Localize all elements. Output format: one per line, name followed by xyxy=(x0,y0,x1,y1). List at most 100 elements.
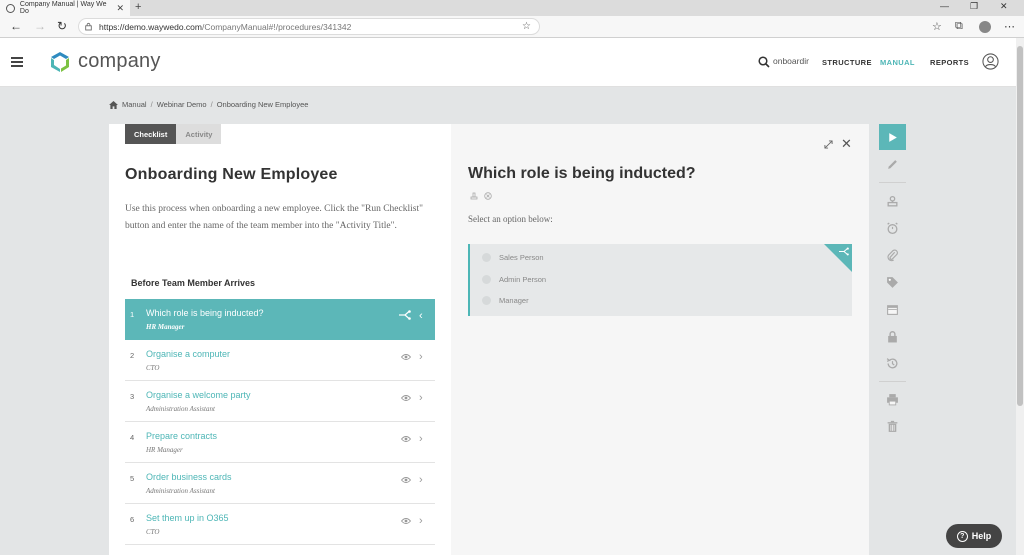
breadcrumb-manual[interactable]: Manual xyxy=(122,100,147,109)
step-title[interactable]: Which role is being inducted? xyxy=(146,308,264,318)
history-icon xyxy=(886,357,898,368)
brand-name: company xyxy=(78,50,161,72)
procedure-description: Use this process when onboarding a new e… xyxy=(125,204,423,231)
edit-button[interactable] xyxy=(879,151,906,177)
step-role: Administration Assistant xyxy=(146,487,215,495)
step-row[interactable]: 1 Which role is being inducted? HR Manag… xyxy=(125,299,435,340)
step-number: 5 xyxy=(130,474,135,483)
step-title[interactable]: Order business cards xyxy=(146,472,232,482)
step-title[interactable]: Prepare contracts xyxy=(146,431,217,441)
favorites-icon[interactable]: ☆ xyxy=(932,20,942,33)
step-row[interactable]: 3 Organise a welcome party Administratio… xyxy=(125,381,435,422)
radio-button[interactable] xyxy=(482,296,491,305)
company-logo-icon[interactable] xyxy=(48,50,72,74)
breadcrumb-webinar-demo[interactable]: Webinar Demo xyxy=(157,100,207,109)
step-number: 4 xyxy=(130,433,135,442)
chevron-right-icon[interactable]: › xyxy=(419,433,423,445)
step-row[interactable]: 5 Order business cards Administration As… xyxy=(125,463,435,504)
help-button[interactable]: ? Help xyxy=(946,524,1002,548)
eye-icon[interactable] xyxy=(401,353,411,361)
breadcrumb-current: Onboarding New Employee xyxy=(216,100,309,109)
search-icon[interactable] xyxy=(758,56,770,68)
browser-tab[interactable]: Company Manual | Way We Do ✕ xyxy=(0,0,130,16)
lock-icon xyxy=(85,22,92,31)
radio-button[interactable] xyxy=(482,253,491,262)
url-field[interactable]: https://demo.waywedo.com/CompanyManual#!… xyxy=(78,18,540,35)
step-number: 3 xyxy=(130,392,135,401)
step-title[interactable]: Organise a computer xyxy=(146,349,230,359)
url-host: https://demo.waywedo.com xyxy=(99,21,202,32)
step-role: CTO xyxy=(146,528,160,536)
step-title[interactable]: Set them up in O365 xyxy=(146,513,229,523)
approve-button[interactable] xyxy=(879,188,906,214)
help-label: Help xyxy=(971,531,992,541)
attachment-button[interactable] xyxy=(879,242,906,268)
step-number: 2 xyxy=(130,351,135,360)
chevron-right-icon[interactable]: › xyxy=(419,392,423,404)
favorite-star-icon[interactable]: ☆ xyxy=(522,21,531,32)
back-icon[interactable]: ← xyxy=(10,19,22,33)
close-icon[interactable]: ✕ xyxy=(841,136,852,152)
search-input[interactable]: onboardin xyxy=(773,56,809,66)
close-tab-icon[interactable]: ✕ xyxy=(116,3,124,14)
lock-button[interactable] xyxy=(879,323,906,349)
stamp-icon xyxy=(887,195,898,206)
eye-icon[interactable] xyxy=(401,435,411,443)
eye-icon[interactable] xyxy=(401,394,411,402)
minimize-icon[interactable]: — xyxy=(940,1,949,11)
step-role: Administration Assistant xyxy=(146,405,215,413)
step-role: HR Manager xyxy=(146,446,183,454)
forward-icon[interactable]: → xyxy=(34,19,46,33)
restore-icon[interactable]: ❐ xyxy=(970,1,978,12)
delete-button[interactable] xyxy=(879,413,906,439)
step-row[interactable]: 4 Prepare contracts HR Manager › xyxy=(125,422,435,463)
step-row[interactable]: 6 Set them up in O365 CTO › xyxy=(125,504,435,545)
collections-icon[interactable]: ⧉ xyxy=(955,20,963,33)
step-row[interactable]: 2 Organise a computer CTO › xyxy=(125,340,435,381)
eye-icon[interactable] xyxy=(401,476,411,484)
trash-icon xyxy=(887,420,898,432)
expand-icon[interactable] xyxy=(824,140,833,149)
breadcrumb: Manual / Webinar Demo / Onboarding New Emp… xyxy=(109,100,308,109)
decision-branch-icon xyxy=(839,247,849,256)
chevron-right-icon[interactable]: › xyxy=(419,515,423,527)
browser-tab-title: Company Manual | Way We Do xyxy=(19,1,107,15)
profile-avatar[interactable] xyxy=(979,21,991,33)
more-icon[interactable]: ⋯ xyxy=(1004,20,1015,33)
app-header: company onboardin STRUCTURE MANUAL REPOR… xyxy=(0,38,1024,87)
close-window-icon[interactable]: ✕ xyxy=(1000,1,1008,12)
chevron-left-icon[interactable]: ‹ xyxy=(419,310,423,322)
procedure-panel: Checklist Activity Onboarding New Employ… xyxy=(109,124,451,555)
tab-activity[interactable]: Activity xyxy=(176,124,222,144)
history-button[interactable] xyxy=(879,350,906,376)
nav-reports[interactable]: REPORTS xyxy=(930,58,969,67)
radio-button[interactable] xyxy=(482,275,491,284)
print-button[interactable] xyxy=(879,386,906,412)
step-title[interactable]: Organise a welcome party xyxy=(146,390,251,400)
new-tab-icon[interactable]: + xyxy=(135,1,141,13)
menu-icon[interactable] xyxy=(11,57,23,67)
option-sales-person[interactable]: Sales Person xyxy=(482,253,544,262)
refresh-icon[interactable]: ↻ xyxy=(57,19,67,33)
chevron-right-icon[interactable]: › xyxy=(419,474,423,486)
step-detail-panel: ✕ Which role is being inducted? Select a… xyxy=(451,124,869,555)
eye-icon[interactable] xyxy=(401,517,411,525)
nav-structure[interactable]: STRUCTURE xyxy=(822,58,872,67)
home-icon[interactable] xyxy=(109,100,118,109)
page-scrollbar[interactable] xyxy=(1016,38,1024,555)
alarm-button[interactable] xyxy=(879,215,906,241)
option-admin-person[interactable]: Admin Person xyxy=(482,275,546,284)
calendar-button[interactable] xyxy=(879,296,906,322)
option-prompt: Select an option below: xyxy=(468,214,553,224)
user-account-icon[interactable] xyxy=(982,53,999,70)
tab-checklist[interactable]: Checklist xyxy=(125,124,177,144)
option-manager[interactable]: Manager xyxy=(482,296,529,305)
cancel-circle-icon xyxy=(484,192,492,200)
nav-manual[interactable]: MANUAL xyxy=(880,58,915,67)
tag-button[interactable] xyxy=(879,269,906,295)
chevron-right-icon[interactable]: › xyxy=(419,351,423,363)
decision-branch-icon xyxy=(399,310,411,320)
run-checklist-button[interactable] xyxy=(879,124,906,150)
lock-icon xyxy=(888,330,897,342)
favicon-icon xyxy=(6,3,15,13)
